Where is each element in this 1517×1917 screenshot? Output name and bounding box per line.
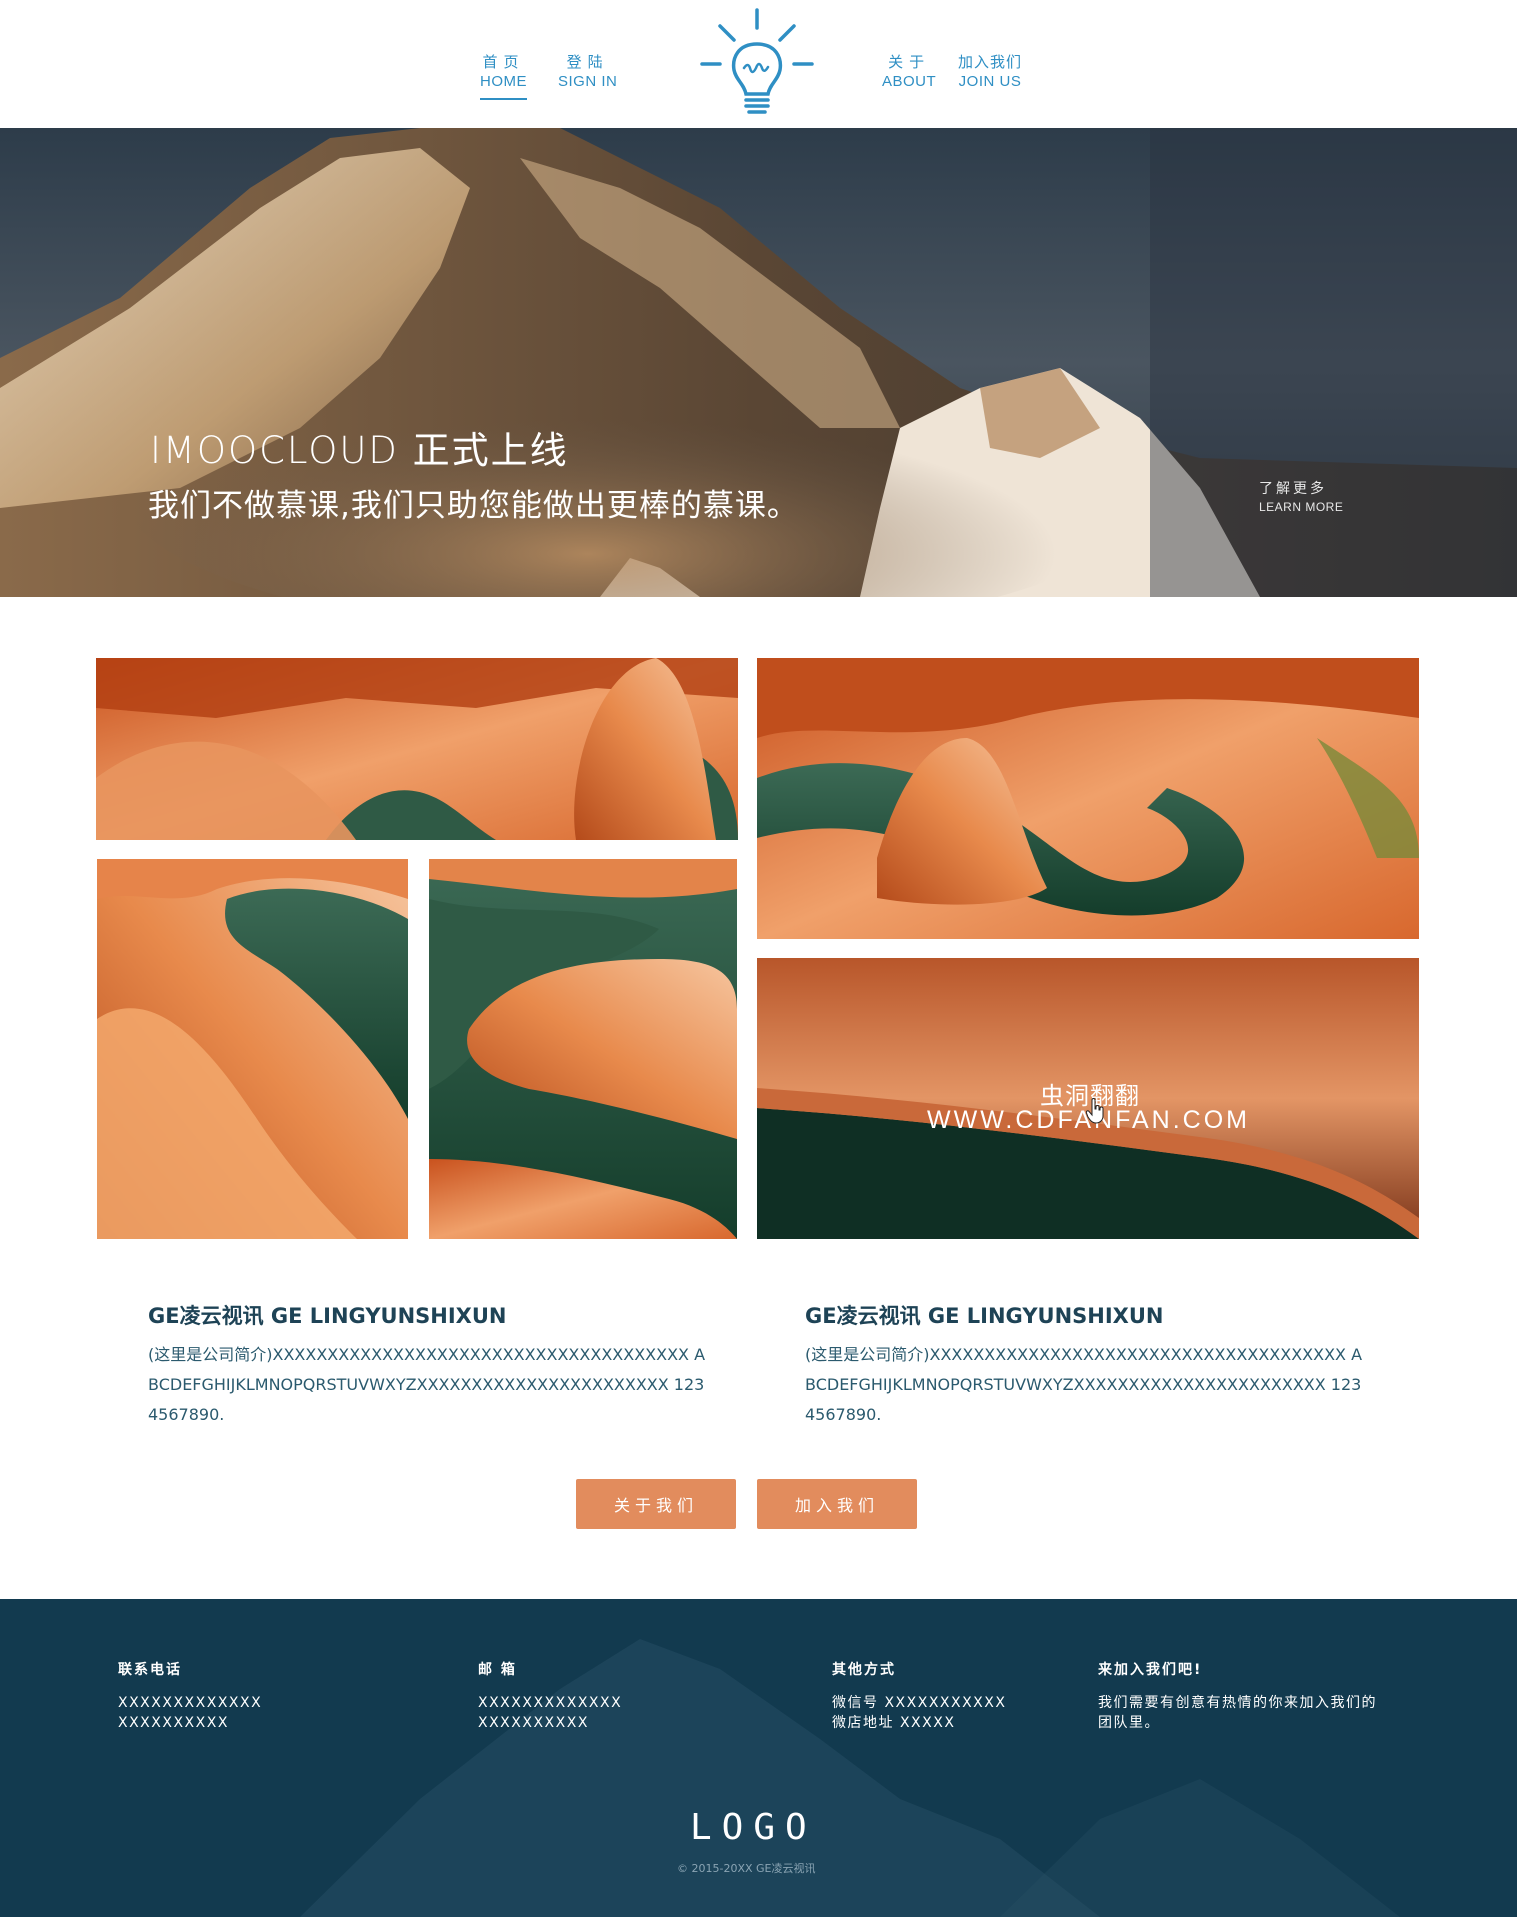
intro-text-1: (这里是公司简介)XXXXXXXXXXXXXXXXXXXXXXXXXXXXXXX… [148,1345,706,1424]
nav-home[interactable]: 首页 HOME [480,52,527,100]
canyon-image [757,658,1419,939]
canyon-image [96,658,738,840]
footer-other-heading: 其他方式 [832,1662,896,1678]
site-header: 首页 HOME 登陆 SIGN IN 关于 ABOUT 加入我们 JOIN US [0,0,1517,128]
lightbulb-logo-icon[interactable] [698,6,816,116]
nav-home-cn: 首页 [482,53,525,71]
gallery-photo-1[interactable] [96,658,738,840]
nav-about[interactable]: 关于 ABOUT [882,52,936,92]
nav-home-en: HOME [480,73,527,90]
nav-about-en: ABOUT [882,73,937,90]
hero-title: IMOOCLOUD 正式上线 [150,429,569,472]
active-underline [480,98,527,100]
canyon-image [429,859,737,1239]
nav-join-cn: 加入我们 [958,53,1023,71]
nav-signin-cn: 登陆 [566,53,609,71]
learn-more-link[interactable]: 了解更多 LEARN MORE [1259,478,1343,514]
footer-other-line: 微信号 XXXXXXXXXXX [832,1695,1007,1711]
footer-email: 邮 箱 XXXXXXXXXXXXX XXXXXXXXXX [478,1659,622,1733]
gallery-photo-3[interactable] [97,859,408,1239]
learn-more-en: LEARN MORE [1259,500,1344,514]
canyon-image [97,859,408,1239]
join-us-button[interactable]: 加入我们 [757,1479,917,1529]
about-us-button[interactable]: 关于我们 [576,1479,736,1529]
footer-join-line: 我们需要有创意有热情的你来加入我们的 [1098,1695,1377,1711]
nav-about-cn: 关于 [888,53,931,71]
learn-more-cn: 了解更多 [1259,481,1327,497]
footer-join-heading: 来加入我们吧! [1098,1662,1203,1678]
mountain-image [0,128,1517,597]
footer-email-line: XXXXXXXXXXXXX [478,1695,623,1711]
footer-copyright: © 2015-20XX GE凌云视讯 [677,1862,816,1875]
footer-phone-line: XXXXXXXXXX [118,1715,229,1731]
nav-signin-en: SIGN IN [558,73,618,90]
site-footer: 联系电话 XXXXXXXXXXXXX XXXXXXXXXX 邮 箱 XXXXXX… [0,1599,1517,1917]
nav-signin[interactable]: 登陆 SIGN IN [558,52,617,92]
footer-other-line: 微店地址 XXXXX [832,1715,956,1731]
footer-phone-heading: 联系电话 [118,1662,182,1678]
intro-title-1: GE凌云视讯 GE LINGYUNSHIXUN [148,1304,507,1328]
footer-other: 其他方式 微信号 XXXXXXXXXXX 微店地址 XXXXX [832,1659,1006,1733]
footer-email-line: XXXXXXXXXX [478,1715,589,1731]
footer-phone-line: XXXXXXXXXXXXX [118,1695,263,1711]
intro-title-2: GE凌云视讯 GE LINGYUNSHIXUN [805,1304,1164,1328]
nav-join[interactable]: 加入我们 JOIN US [958,52,1022,92]
footer-logo[interactable]: LOGO [690,1807,817,1848]
hero-banner: IMOOCLOUD 正式上线 我们不做慕课,我们只助您能做出更棒的慕课。 了解更… [0,128,1517,597]
gallery-photo-2[interactable] [757,658,1419,939]
hand-cursor-icon [1086,1098,1104,1124]
footer-phone: 联系电话 XXXXXXXXXXXXX XXXXXXXXXX [118,1659,262,1733]
footer-join: 来加入我们吧! 我们需要有创意有热情的你来加入我们的 团队里。 [1098,1659,1377,1733]
footer-join-line: 团队里。 [1098,1715,1160,1731]
footer-email-heading: 邮 箱 [478,1662,517,1678]
nav-join-en: JOIN US [958,73,1022,90]
intro-text-2: (这里是公司简介)XXXXXXXXXXXXXXXXXXXXXXXXXXXXXXX… [805,1345,1363,1424]
gallery-photo-4[interactable] [429,859,737,1239]
hero-subtitle: 我们不做慕课,我们只助您能做出更棒的慕课。 [148,488,799,524]
